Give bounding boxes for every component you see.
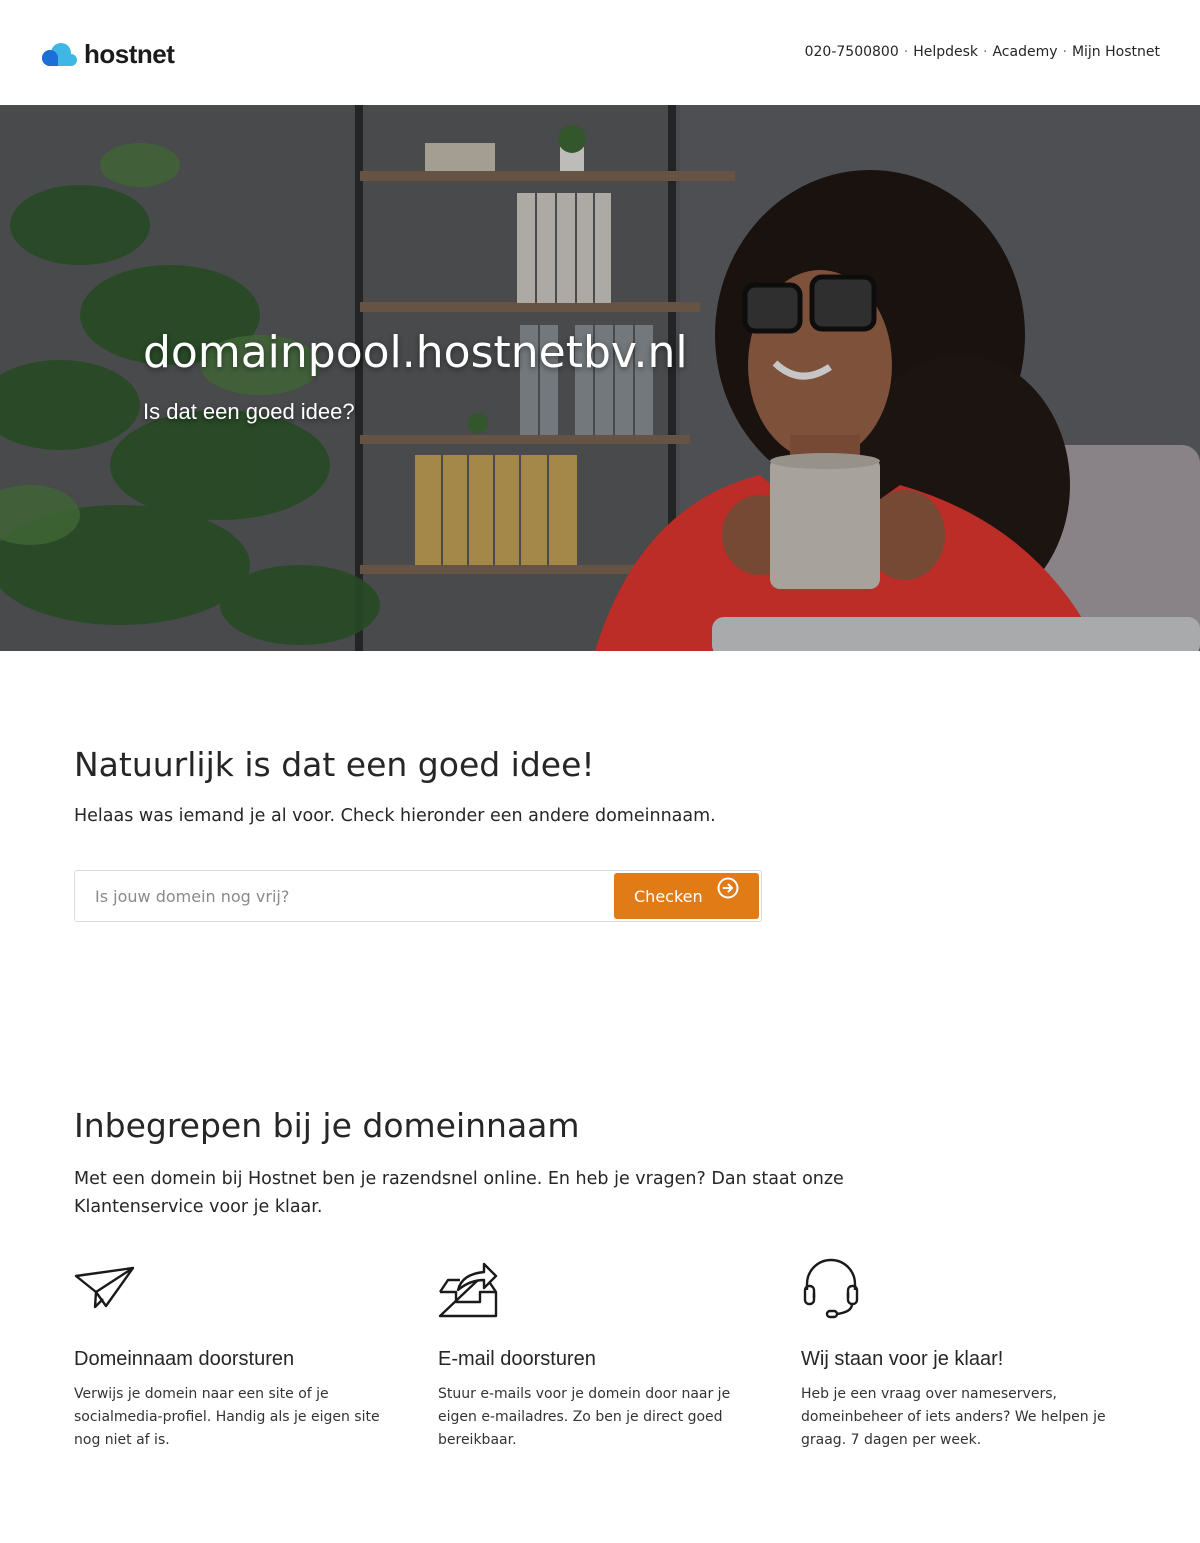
feature-support: Wij staan voor je klaar! Heb je een vraa… <box>801 1256 1131 1448</box>
hero-subtitle: Is dat een goed idee? <box>143 399 355 424</box>
paper-plane-icon <box>74 1266 135 1309</box>
included-heading: Inbegrepen bij je domeinnaam <box>74 1106 580 1145</box>
included-intro: Met een domein bij Hostnet ben je razend… <box>74 1169 844 1217</box>
site-header: hostnet 020-7500800 · Helpdesk · Academy… <box>0 0 1200 105</box>
domain-search-input[interactable] <box>75 871 605 921</box>
nav-separator: · <box>903 44 909 60</box>
feature-title: Wij staan voor je klaar! <box>801 1348 1004 1370</box>
domain-check-section: Natuurlijk is dat een goed idee! Helaas … <box>74 745 1124 922</box>
top-navigation: 020-7500800 · Helpdesk · Academy · Mijn … <box>805 44 1160 60</box>
nav-academy[interactable]: Academy <box>992 44 1057 60</box>
feature-text: Stuur e-mails voor je domein door naar j… <box>438 1386 731 1448</box>
feature-text: Heb je een vraag over nameservers, domei… <box>801 1386 1106 1448</box>
headset-icon <box>803 1258 859 1319</box>
feature-title: Domeinnaam doorsturen <box>74 1348 295 1370</box>
nav-mijn-hostnet[interactable]: Mijn Hostnet <box>1072 44 1160 60</box>
check-button-label: Checken <box>634 886 703 906</box>
feature-text: Verwijs je domein naar een site of je so… <box>74 1386 380 1448</box>
check-heading: Natuurlijk is dat een goed idee! <box>74 745 595 784</box>
feature-title: E-mail doorsturen <box>438 1348 596 1370</box>
cloud-logo-icon <box>42 43 77 66</box>
phone-link[interactable]: 020-7500800 <box>805 44 899 60</box>
nav-separator: · <box>1062 44 1067 60</box>
domain-search-form: Checken <box>74 870 762 922</box>
check-text: Helaas was iemand je al voor. Check hier… <box>74 806 716 826</box>
feature-domain-forwarding: Domeinnaam doorsturen Verwijs je domein … <box>74 1256 404 1448</box>
nav-helpdesk[interactable]: Helpdesk <box>913 44 978 60</box>
feature-email-forwarding: E-mail doorsturen Stuur e-mails voor je … <box>438 1256 768 1448</box>
logo-wordmark: hostnet <box>84 39 175 69</box>
arrow-right-circle-icon <box>717 877 739 899</box>
check-button[interactable]: Checken <box>614 873 759 919</box>
nav-separator: · <box>983 44 988 60</box>
hero-banner: domainpool.hostnetbv.nl Is dat een goed … <box>0 105 1200 651</box>
inbox-forward-icon <box>438 1262 498 1318</box>
hero-domain-title: domainpool.hostnetbv.nl <box>143 327 688 378</box>
hero-photo <box>0 105 1200 651</box>
hostnet-logo[interactable]: hostnet <box>41 39 175 69</box>
included-section: Inbegrepen bij je domeinnaam Met een dom… <box>74 1106 1134 1448</box>
